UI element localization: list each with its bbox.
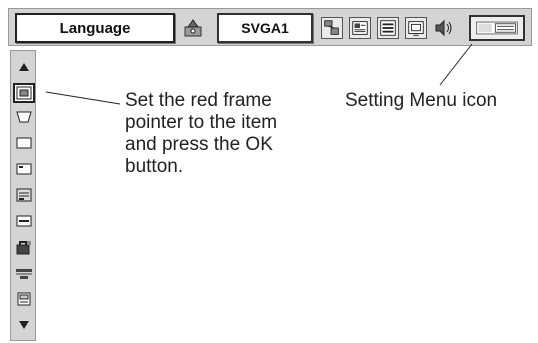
instruction-callout: Set the red frame pointer to the item an… (125, 90, 278, 177)
setting-menu-callout: Setting Menu icon (345, 90, 498, 111)
